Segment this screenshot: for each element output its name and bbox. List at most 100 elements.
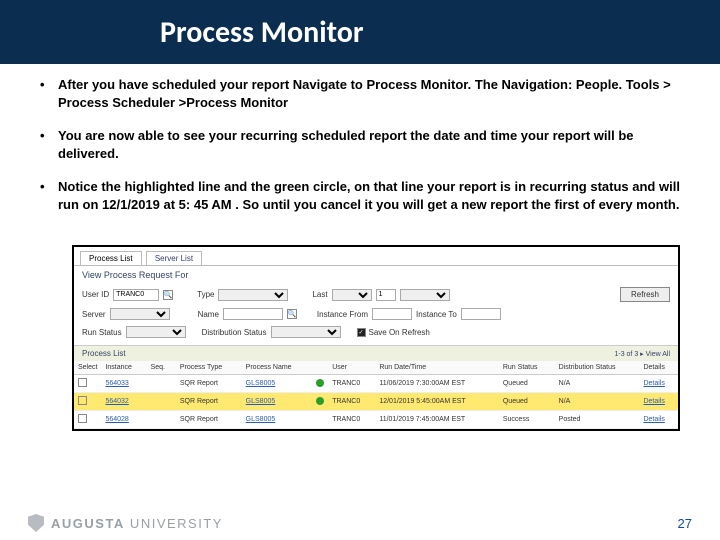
- user-cell: TRANC0: [328, 375, 375, 393]
- col-seq: Seq.: [147, 361, 176, 375]
- bullet-text: After you have scheduled your report Nav…: [58, 76, 680, 111]
- bullet-marker: •: [40, 127, 58, 162]
- userid-label: User ID: [82, 290, 109, 299]
- filter-row-3: Run Status Distribution Status ✓ Save On…: [74, 323, 678, 341]
- lookup-icon[interactable]: 🔍: [163, 290, 173, 300]
- seq-cell: [147, 393, 176, 411]
- process-monitor-screenshot: Process List Server List View Process Re…: [72, 245, 680, 431]
- bullet-list: • After you have scheduled your report N…: [40, 76, 680, 213]
- process-table: Select Instance Seq. Process Type Proces…: [74, 361, 678, 429]
- status-icon-cell: [312, 411, 328, 429]
- slide-body: • After you have scheduled your report N…: [0, 64, 720, 239]
- shield-icon: [28, 514, 44, 532]
- user-cell: TRANC0: [328, 393, 375, 411]
- page-number: 27: [678, 516, 692, 531]
- grid-nav[interactable]: 1-3 of 3 ▸ View All: [614, 350, 670, 358]
- userid-input[interactable]: [113, 289, 159, 301]
- pname-link[interactable]: GLS8005: [242, 375, 313, 393]
- details-link[interactable]: Details: [639, 411, 678, 429]
- col-runstatus: Run Status: [499, 361, 555, 375]
- slide-footer: AUGUSTA UNIVERSITY 27: [0, 514, 720, 532]
- col-rundate: Run Date/Time: [375, 361, 499, 375]
- slide-header: Process Monitor: [0, 0, 720, 64]
- status-icon-cell: [312, 393, 328, 411]
- ptype-cell: SQR Report: [176, 375, 242, 393]
- instance-from-input[interactable]: [372, 308, 412, 320]
- bullet-text: Notice the highlighted line and the gree…: [58, 178, 680, 213]
- type-select[interactable]: [218, 289, 288, 301]
- logo-sub: UNIVERSITY: [125, 516, 223, 531]
- list-item: • Notice the highlighted line and the gr…: [40, 178, 680, 213]
- runstatus-cell: Success: [499, 411, 555, 429]
- row-checkbox[interactable]: [78, 414, 87, 423]
- pname-link[interactable]: GLS8005: [242, 411, 313, 429]
- list-item: • You are now able to see your recurring…: [40, 127, 680, 162]
- user-cell: TRANC0: [328, 411, 375, 429]
- type-label: Type: [197, 290, 214, 299]
- diststatus-cell: Posted: [555, 411, 640, 429]
- col-pname: Process Name: [242, 361, 313, 375]
- lookup-icon[interactable]: 🔍: [287, 309, 297, 319]
- ptype-cell: SQR Report: [176, 393, 242, 411]
- table-row: 564033 SQR ReportGLS8005 TRANC011/06/2019 …: [74, 375, 678, 393]
- col-ptype: Process Type: [176, 361, 242, 375]
- logo-text: AUGUSTA UNIVERSITY: [51, 516, 223, 531]
- list-item: • After you have scheduled your report N…: [40, 76, 680, 111]
- diststatus-cell: N/A: [555, 393, 640, 411]
- seq-cell: [147, 375, 176, 393]
- tab-process-list[interactable]: Process List: [80, 251, 142, 265]
- last-unit-select[interactable]: [400, 289, 450, 301]
- process-list-bar: Process List 1-3 of 3 ▸ View All: [74, 345, 678, 361]
- status-icon-cell: [312, 375, 328, 393]
- runstatus-label: Run Status: [82, 328, 122, 337]
- save-on-refresh-checkbox[interactable]: ✓ Save On Refresh: [357, 328, 430, 337]
- details-link[interactable]: Details: [639, 393, 678, 411]
- tab-bar: Process List Server List: [74, 247, 678, 266]
- table-row: 564028SQR ReportGLS8005TRANC011/01/2019 …: [74, 411, 678, 429]
- table-row: 564032 SQR ReportGLS8005 TRANC012/01/2019 …: [74, 393, 678, 411]
- filter-row-1: User ID 🔍 Type Last Refresh: [74, 284, 678, 305]
- name-label: Name: [198, 310, 219, 319]
- page-title: Process Monitor: [160, 14, 363, 51]
- rundate-cell: 11/06/2019 7:30:00AM EST: [375, 375, 499, 393]
- last-value-input[interactable]: [376, 289, 396, 301]
- row-checkbox[interactable]: [78, 396, 87, 405]
- last-select[interactable]: [332, 289, 372, 301]
- tab-server-list[interactable]: Server List: [146, 251, 202, 265]
- diststatus-select[interactable]: [271, 326, 341, 338]
- col-instance: Instance: [101, 361, 146, 375]
- row-checkbox[interactable]: [78, 378, 87, 387]
- last-label: Last: [312, 290, 327, 299]
- diststatus-cell: N/A: [555, 375, 640, 393]
- filter-row-2: Server Name 🔍 Instance From Instance To: [74, 305, 678, 323]
- recurring-icon: [316, 397, 324, 405]
- rundate-cell: 12/01/2019 5:45:00AM EST: [375, 393, 499, 411]
- recurring-icon: [316, 379, 324, 387]
- server-select[interactable]: [110, 308, 170, 320]
- col-status-icon: [312, 361, 328, 375]
- augusta-logo: AUGUSTA UNIVERSITY: [28, 514, 223, 532]
- runstatus-select[interactable]: [126, 326, 186, 338]
- save-on-refresh-label: Save On Refresh: [369, 328, 430, 337]
- refresh-button[interactable]: Refresh: [620, 287, 670, 302]
- bullet-text: You are now able to see your recurring s…: [58, 127, 680, 162]
- logo-main: AUGUSTA: [51, 516, 125, 531]
- process-list-label: Process List: [82, 349, 126, 358]
- instance-from-label: Instance From: [317, 310, 368, 319]
- instance-link[interactable]: 564033: [101, 375, 146, 393]
- diststatus-label: Distribution Status: [202, 328, 267, 337]
- instance-to-label: Instance To: [416, 310, 457, 319]
- runstatus-cell: Queued: [499, 393, 555, 411]
- pname-link[interactable]: GLS8005: [242, 393, 313, 411]
- name-input[interactable]: [223, 308, 283, 320]
- col-details: Details: [639, 361, 678, 375]
- instance-to-input[interactable]: [461, 308, 501, 320]
- seq-cell: [147, 411, 176, 429]
- instance-link[interactable]: 564032: [101, 393, 146, 411]
- details-link[interactable]: Details: [639, 375, 678, 393]
- instance-link[interactable]: 564028: [101, 411, 146, 429]
- view-request-label: View Process Request For: [74, 266, 678, 284]
- runstatus-cell: Queued: [499, 375, 555, 393]
- ptype-cell: SQR Report: [176, 411, 242, 429]
- table-header: Select Instance Seq. Process Type Proces…: [74, 361, 678, 375]
